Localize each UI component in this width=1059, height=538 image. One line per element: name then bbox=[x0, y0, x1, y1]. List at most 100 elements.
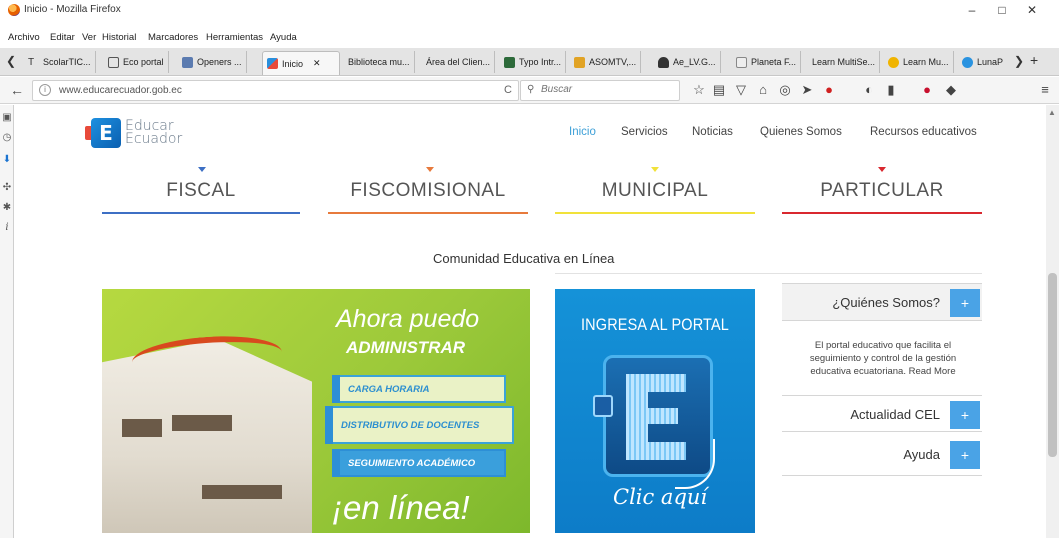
sector-municipal-arrow-icon bbox=[651, 167, 659, 172]
sector-fiscomisional-underline bbox=[328, 212, 528, 214]
url-bar[interactable]: i www.educarecuador.gob.ec C bbox=[32, 80, 519, 101]
menu-archivo[interactable]: Archivo bbox=[8, 32, 40, 43]
menu-ver[interactable]: Ver bbox=[82, 32, 96, 43]
tab-lunap[interactable]: LunaP bbox=[958, 51, 1007, 73]
expand-plus-button[interactable]: + bbox=[950, 289, 980, 317]
window-title: Inicio - Mozilla Firefox bbox=[24, 4, 121, 15]
history-icon[interactable]: ◷ bbox=[2, 133, 12, 143]
tab-area-cliente[interactable]: Área del Clien... bbox=[422, 51, 496, 73]
admin-banner[interactable]: Ahora puedo ADMINISTRAR CARGA HORARIA DI… bbox=[102, 289, 530, 533]
reload-button[interactable]: C bbox=[504, 84, 512, 96]
info-icon[interactable]: i bbox=[2, 223, 12, 233]
reading-list-icon[interactable]: ▤ bbox=[710, 82, 728, 98]
page-scrollbar[interactable]: ▲ bbox=[1046, 105, 1059, 538]
tab-biblioteca[interactable]: Biblioteca mu... bbox=[344, 51, 415, 73]
accordion-quienes-somos[interactable]: ¿Quiénes Somos? + bbox=[782, 283, 982, 321]
learn-icon bbox=[888, 56, 899, 68]
search-input[interactable] bbox=[541, 84, 671, 95]
sector-municipal[interactable]: MUNICIPAL bbox=[555, 180, 755, 202]
tab-ae-lvg[interactable]: Ae_LV.G... bbox=[654, 51, 721, 73]
tab-planeta[interactable]: Planeta F... bbox=[732, 51, 802, 73]
menu-marcadores[interactable]: Marcadores bbox=[148, 32, 198, 43]
pocket-icon[interactable]: ▽ bbox=[732, 82, 750, 98]
sync-icon[interactable]: ◎ bbox=[776, 82, 794, 98]
close-tab-icon[interactable]: ✕ bbox=[313, 58, 321, 69]
minimize-button[interactable]: – bbox=[962, 3, 982, 17]
hamburger-menu-icon[interactable]: ≡ bbox=[1036, 82, 1054, 97]
expand-plus-button[interactable]: + bbox=[950, 401, 980, 429]
menu-editar[interactable]: Editar bbox=[50, 32, 75, 43]
tab-label: ScolarTIC... bbox=[43, 57, 91, 67]
scrollbar-thumb[interactable] bbox=[1048, 273, 1057, 457]
logo-line-2: Ecuador bbox=[125, 131, 183, 147]
menu-ayuda[interactable]: Ayuda bbox=[270, 32, 297, 43]
section-divider bbox=[555, 273, 982, 274]
banner-tagline: ¡en línea! bbox=[332, 489, 470, 526]
puzzle-icon[interactable]: ✣ bbox=[2, 183, 12, 193]
expand-plus-button[interactable]: + bbox=[950, 441, 980, 469]
tab-openers[interactable]: Openers ... bbox=[178, 51, 247, 73]
tab-asomtv[interactable]: ASOMTV,... bbox=[570, 51, 642, 73]
site-info-icon[interactable]: i bbox=[39, 84, 51, 96]
page-content: E Educar Ecuador Inicio Servicios Notici… bbox=[15, 105, 1046, 538]
search-icon: ⚲ bbox=[527, 84, 535, 95]
extension-icon[interactable]: ◐ bbox=[860, 82, 878, 97]
distributivo-docentes-pill[interactable]: DISTRIBUTIVO DE DOCENTES bbox=[325, 406, 514, 444]
sidebar-toolbar: ▣ ◷ ⬇ ✣ ✱ i bbox=[0, 105, 14, 538]
scroll-up-arrow-icon[interactable]: ▲ bbox=[1048, 108, 1056, 117]
extension3-icon[interactable]: ◆ bbox=[942, 82, 960, 98]
user-icon bbox=[658, 56, 669, 68]
accordion-label: Ayuda bbox=[903, 447, 940, 462]
carga-horaria-pill[interactable]: CARGA HORARIA bbox=[332, 375, 506, 403]
menu-herramientas[interactable]: Herramientas bbox=[206, 32, 263, 43]
close-window-button[interactable]: ✕ bbox=[1022, 3, 1042, 17]
bookmark-star-icon[interactable]: ☆ bbox=[690, 82, 708, 98]
home-icon[interactable]: ⌂ bbox=[754, 82, 772, 97]
accordion-ayuda[interactable]: Ayuda + bbox=[782, 432, 982, 476]
tab-scolartic[interactable]: T ScolarTIC... bbox=[24, 51, 96, 73]
accordion-body: El portal educativo que facilita el segu… bbox=[809, 340, 957, 377]
tab-typo[interactable]: Typo Intr... bbox=[500, 51, 567, 73]
tab-eco-portal[interactable]: Eco portal bbox=[104, 51, 169, 73]
search-bar[interactable]: ⚲ bbox=[520, 80, 680, 101]
extension2-icon[interactable]: ▮ bbox=[882, 82, 900, 98]
planeta-icon bbox=[736, 56, 747, 68]
tab-label: Eco portal bbox=[123, 57, 164, 67]
site-nav-servicios[interactable]: Servicios bbox=[621, 126, 668, 138]
site-nav-quienes-somos[interactable]: Quienes Somos bbox=[760, 126, 842, 138]
site-nav-noticias[interactable]: Noticias bbox=[692, 126, 733, 138]
site-nav-recursos[interactable]: Recursos educativos bbox=[870, 126, 977, 138]
site-logo[interactable]: E Educar Ecuador bbox=[85, 117, 183, 149]
tab-learn-mu[interactable]: Learn Mu... bbox=[884, 51, 954, 73]
tab-label: LunaP bbox=[977, 57, 1004, 67]
navigation-bar: ← i www.educarecuador.gob.ec C ⚲ ☆ ▤ ▽ ⌂… bbox=[0, 77, 1059, 104]
site-nav-inicio[interactable]: Inicio bbox=[569, 126, 596, 138]
tab-label: Typo Intr... bbox=[519, 57, 562, 67]
new-tab-button[interactable]: + bbox=[1030, 52, 1038, 68]
building-window bbox=[122, 419, 162, 437]
back-button[interactable]: ← bbox=[8, 81, 26, 99]
tab-learn-multise[interactable]: Learn MultiSe... bbox=[808, 51, 881, 73]
portal-cta[interactable]: Clic aquí bbox=[613, 485, 707, 509]
tabs-scroll-left-button[interactable]: ❮ bbox=[6, 54, 16, 68]
gear-icon[interactable]: ✱ bbox=[2, 203, 12, 213]
seguimiento-academico-pill[interactable]: SEGUIMIENTO ACADÉMICO bbox=[332, 449, 506, 477]
maximize-button[interactable]: □ bbox=[992, 3, 1012, 17]
pinterest-icon[interactable]: ● bbox=[918, 82, 936, 97]
tab-label: Openers ... bbox=[197, 57, 242, 67]
building-window bbox=[202, 485, 282, 499]
adblock-icon[interactable]: ● bbox=[820, 82, 838, 97]
sector-fiscal[interactable]: FISCAL bbox=[102, 180, 300, 202]
screenshot-icon[interactable]: ▣ bbox=[2, 113, 12, 123]
menu-bar: Archivo Editar Ver Historial Marcadores … bbox=[0, 20, 1059, 44]
sector-particular[interactable]: PARTICULAR bbox=[782, 180, 982, 202]
portal-card[interactable]: INGRESA AL PORTAL Clic aquí bbox=[555, 289, 755, 533]
portal-title: INGRESA AL PORTAL bbox=[580, 315, 729, 334]
tabs-scroll-right-button[interactable]: ❯ bbox=[1014, 54, 1024, 68]
download-icon[interactable]: ⬇ bbox=[2, 155, 12, 165]
accordion-actualidad-cel[interactable]: Actualidad CEL + bbox=[782, 395, 982, 432]
sector-fiscomisional[interactable]: FISCOMISIONAL bbox=[328, 180, 528, 202]
menu-historial[interactable]: Historial bbox=[102, 32, 136, 43]
send-icon[interactable]: ➤ bbox=[798, 82, 816, 98]
tab-inicio[interactable]: Inicio ✕ bbox=[262, 51, 340, 75]
